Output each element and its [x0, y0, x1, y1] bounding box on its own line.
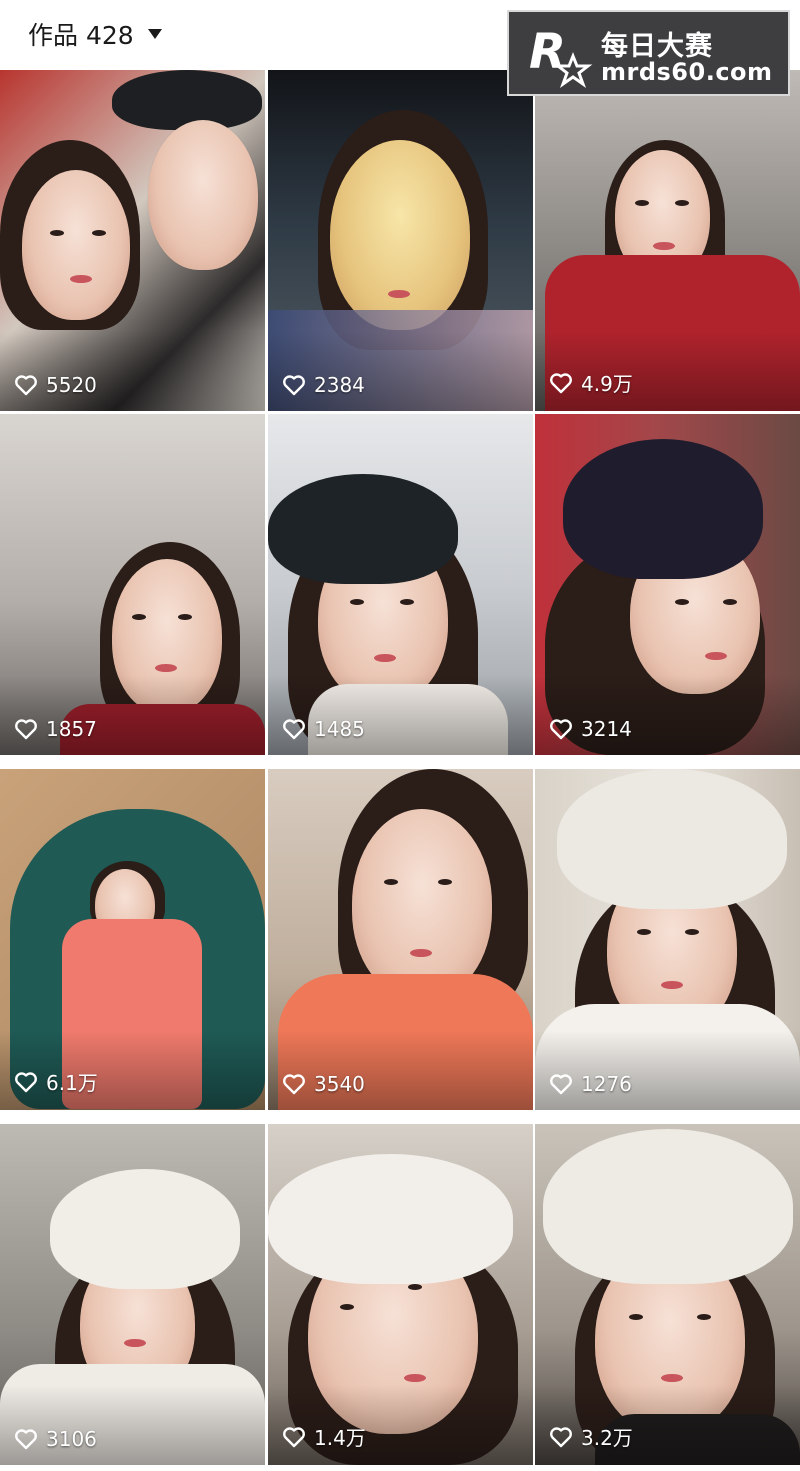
- video-thumbnail[interactable]: 1276: [535, 769, 800, 1110]
- like-count: 3214: [549, 717, 632, 741]
- like-count-value: 6.1万: [46, 1071, 98, 1095]
- video-thumbnail[interactable]: 1857: [0, 414, 265, 755]
- heart-outline-icon: [550, 719, 572, 740]
- like-count: 6.1万: [14, 1067, 98, 1096]
- watermark-url: mrds60.com: [601, 58, 773, 86]
- like-count-value: 1276: [581, 1072, 632, 1096]
- like-count: 3540: [282, 1072, 365, 1096]
- like-count-value: 2384: [314, 373, 365, 397]
- like-count-value: 4.9万: [581, 372, 633, 396]
- video-thumbnail[interactable]: 6.1万: [0, 769, 265, 1110]
- like-count: 1857: [14, 717, 97, 741]
- video-thumbnail[interactable]: 3214: [535, 414, 800, 755]
- video-thumbnail[interactable]: 1.4万: [268, 1124, 533, 1465]
- heart-outline-icon: [15, 375, 37, 396]
- heart-outline-icon: [15, 1071, 37, 1092]
- heart-outline-icon: [15, 719, 37, 740]
- video-thumbnail[interactable]: 3540: [268, 769, 533, 1110]
- like-count: 1.4万: [282, 1422, 366, 1451]
- like-count-value: 1.4万: [314, 1426, 366, 1450]
- video-thumbnail[interactable]: 4.9万: [535, 70, 800, 411]
- heart-outline-icon: [550, 1074, 572, 1095]
- like-count: 3.2万: [549, 1422, 633, 1451]
- watermark-overlay: R 每日大赛 mrds60.com: [507, 10, 790, 96]
- video-grid: 5520 2384 4.9万 1857 1485 3214 6.1万 3540 …: [0, 70, 800, 1471]
- like-count-value: 3540: [314, 1072, 365, 1096]
- r-star-logo: R: [529, 24, 593, 88]
- like-count-value: 5520: [46, 373, 97, 397]
- video-thumbnail[interactable]: 2384: [268, 70, 533, 411]
- like-count-value: 3214: [581, 717, 632, 741]
- like-count: 2384: [282, 373, 365, 397]
- svg-text:R: R: [529, 24, 566, 80]
- video-thumbnail[interactable]: 3106: [0, 1124, 265, 1465]
- heart-outline-icon: [550, 1426, 572, 1447]
- like-count: 5520: [14, 373, 97, 397]
- heart-outline-icon: [283, 1426, 305, 1447]
- like-count: 1276: [549, 1072, 632, 1096]
- like-count: 1485: [282, 717, 365, 741]
- like-count-value: 1485: [314, 717, 365, 741]
- video-thumbnail[interactable]: 5520: [0, 70, 265, 411]
- like-count-value: 3.2万: [581, 1426, 633, 1450]
- like-count: 3106: [14, 1427, 97, 1451]
- works-count-selector[interactable]: 作品 428: [28, 16, 162, 52]
- heart-outline-icon: [283, 1074, 305, 1095]
- like-count: 4.9万: [549, 368, 633, 397]
- caret-down-icon: [147, 29, 162, 39]
- works-count-label: 作品 428: [28, 21, 134, 50]
- like-count-value: 3106: [46, 1427, 97, 1451]
- like-count-value: 1857: [46, 717, 97, 741]
- heart-outline-icon: [283, 719, 305, 740]
- video-thumbnail[interactable]: 3.2万: [535, 1124, 800, 1465]
- heart-outline-icon: [550, 372, 572, 393]
- heart-outline-icon: [283, 375, 305, 396]
- video-thumbnail[interactable]: 1485: [268, 414, 533, 755]
- heart-outline-icon: [15, 1429, 37, 1450]
